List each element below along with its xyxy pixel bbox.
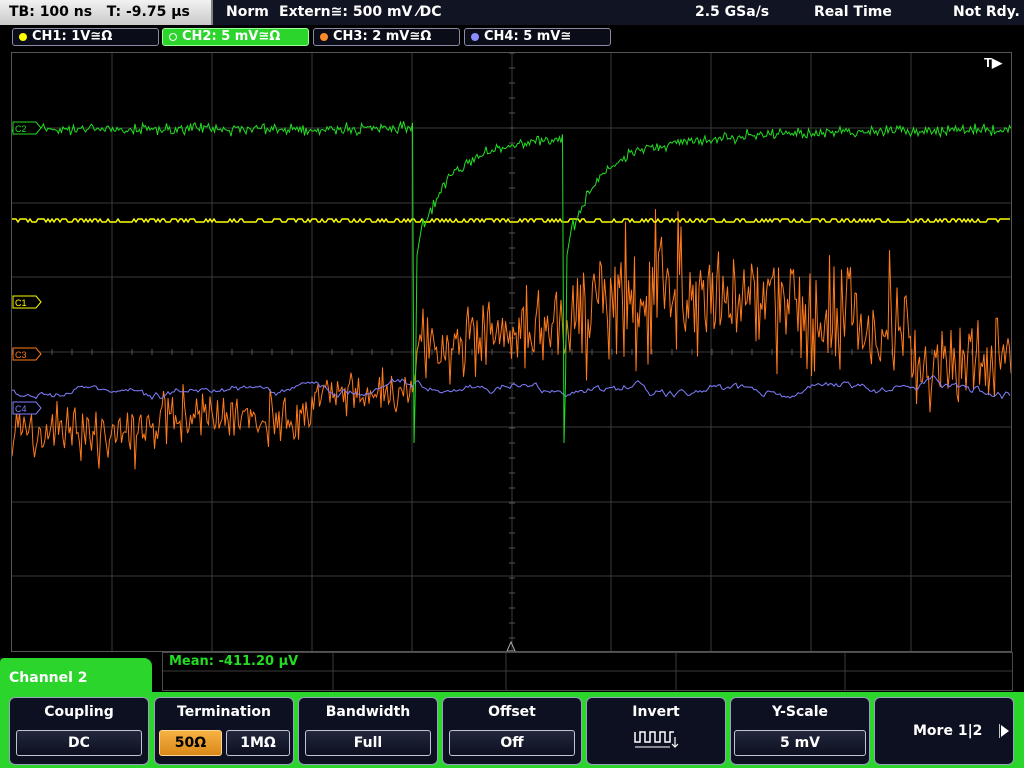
ch1-marker-label: C1: [15, 298, 27, 308]
acquisition-mode: Real Time: [814, 4, 892, 20]
measurement-mean: Mean: -411.20 µV: [169, 654, 299, 669]
tab-ch2-label: CH2: 5 mV≅Ω: [182, 29, 281, 44]
yscale-value[interactable]: 5 mV: [734, 730, 866, 756]
trigger-mode[interactable]: Norm: [226, 0, 269, 25]
trigger-source[interactable]: Extern≅: 500 mV ⁄DC: [279, 0, 441, 25]
yscale-softkey[interactable]: Y-Scale 5 mV: [730, 697, 870, 765]
termination-50ohm-option[interactable]: 50Ω: [159, 730, 222, 756]
offset-softkey[interactable]: Offset Off: [442, 697, 582, 765]
trigger-position-marker: T▶: [984, 55, 1003, 70]
coupling-softkey[interactable]: Coupling DC: [9, 697, 149, 765]
ch3-marker-label: C3: [15, 350, 27, 360]
arrow-right-icon: [999, 724, 1009, 738]
trigger-time-marker-icon: [506, 640, 516, 651]
ch1-marker[interactable]: C1: [12, 295, 42, 309]
ch1-waveform: [12, 217, 1010, 224]
bandwidth-softkey[interactable]: Bandwidth Full: [298, 697, 438, 765]
ch4-marker-label: C4: [15, 404, 27, 414]
ch4-waveform: [12, 375, 1011, 401]
bandwidth-title: Bandwidth: [325, 704, 411, 720]
termination-title: Termination: [177, 704, 271, 720]
offset-value[interactable]: Off: [449, 730, 575, 756]
tab-ch1[interactable]: CH1: 1V≅Ω: [12, 28, 159, 46]
bandwidth-value[interactable]: Full: [305, 730, 431, 756]
waveform-display[interactable]: C1 C3 C4 C2 T▶: [11, 52, 1012, 652]
tab-ch2[interactable]: CH2: 5 mV≅Ω: [162, 28, 309, 46]
square-wave-invert-icon: [634, 731, 679, 748]
timebase-box[interactable]: TB: 100 ns T: -9.75 µs: [0, 0, 213, 25]
offset-title: Offset: [488, 704, 536, 720]
tab-ch3-label: CH3: 2 mV≅Ω: [333, 29, 432, 44]
graticule-ticks: [12, 53, 993, 639]
tab-ch4-label: CH4: 5 mV≅: [484, 29, 572, 44]
termination-softkey[interactable]: Termination 50Ω 1MΩ: [154, 697, 294, 765]
coupling-title: Coupling: [44, 704, 114, 720]
acquisition-state: Not Rdy.: [953, 4, 1020, 20]
ch3-dot-icon: [320, 33, 328, 41]
ch4-dot-icon: [471, 33, 479, 41]
more-softkey[interactable]: More 1|2: [874, 697, 1014, 765]
invert-title: Invert: [632, 704, 680, 720]
coupling-value[interactable]: DC: [16, 730, 142, 756]
more-label: More 1|2: [913, 723, 983, 739]
timebase: TB: 100 ns: [9, 4, 93, 20]
tab-ch1-label: CH1: 1V≅Ω: [32, 29, 113, 44]
tab-ch4[interactable]: CH4: 5 mV≅: [464, 28, 611, 46]
ch1-dot-icon: [19, 33, 27, 41]
ch2-marker[interactable]: C2: [12, 121, 42, 135]
ch2-dot-icon: [169, 33, 177, 41]
ch4-marker[interactable]: C4: [12, 401, 42, 415]
trigger-time: T: -9.75 µs: [106, 4, 190, 20]
yscale-title: Y-Scale: [771, 704, 828, 720]
termination-1mohm-option[interactable]: 1MΩ: [226, 730, 290, 756]
ch3-marker[interactable]: C3: [12, 347, 42, 361]
sample-rate: 2.5 GSa/s: [695, 4, 770, 20]
tab-ch3[interactable]: CH3: 2 mV≅Ω: [313, 28, 460, 46]
ch2-marker-label: C2: [15, 124, 27, 134]
invert-softkey[interactable]: Invert: [586, 697, 726, 765]
